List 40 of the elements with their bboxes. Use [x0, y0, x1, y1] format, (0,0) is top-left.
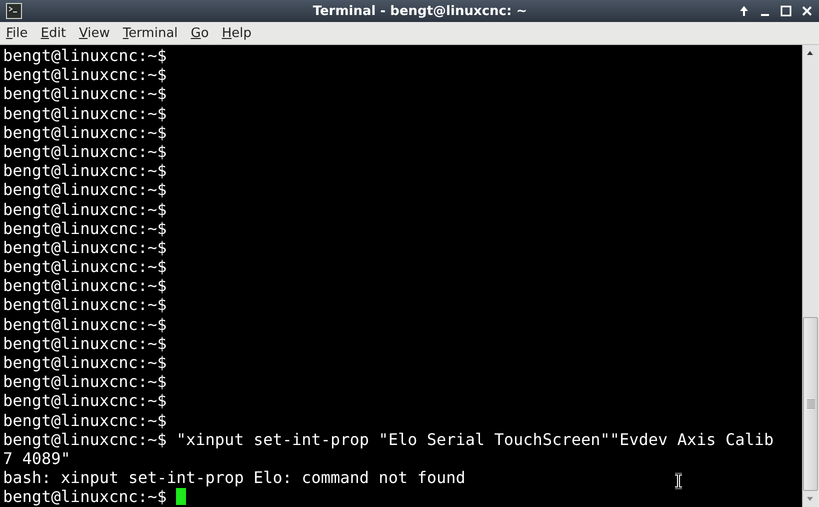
- maximize-icon[interactable]: [780, 5, 792, 17]
- terminal-line: 7 4089": [3, 448, 70, 468]
- terminal-line: bengt@linuxcnc:~$: [3, 84, 167, 104]
- terminal-line: bengt@linuxcnc:~$: [3, 487, 168, 507]
- window-title: Terminal - bengt@linuxcnc: ~: [312, 4, 528, 18]
- menu-item[interactable]: Edit: [40, 26, 66, 40]
- terminal-line: bengt@linuxcnc:~$: [3, 391, 167, 411]
- terminal-line: bengt@linuxcnc:~$: [3, 276, 167, 296]
- scrollbar[interactable]: [802, 45, 818, 507]
- i-beam-pointer-icon: [674, 473, 683, 489]
- terminal-line: bengt@linuxcnc:~$: [3, 238, 167, 258]
- terminal-line: bengt@linuxcnc:~$: [3, 353, 167, 372]
- terminal-line: bengt@linuxcnc:~$: [3, 65, 167, 84]
- terminal-line: bengt@linuxcnc:~$: [3, 200, 167, 219]
- terminal-line: bengt@linuxcnc:~$ "xinput set-int-prop "Elo Serial TouchScreen""Evdev Axis Calib: [3, 430, 774, 449]
- menu-item[interactable]: View: [78, 26, 110, 40]
- menu-item[interactable]: Help: [222, 26, 252, 40]
- terminal-line: bengt@linuxcnc:~$: [3, 410, 167, 430]
- grip-icon: [806, 399, 814, 409]
- terminal-line: bengt@linuxcnc:~$: [3, 334, 167, 354]
- scrollbar-thumb[interactable]: [803, 317, 818, 491]
- terminal-line: bengt@linuxcnc:~$: [3, 295, 167, 315]
- terminal-line: bengt@linuxcnc:~$: [3, 314, 167, 334]
- terminal-line: bengt@linuxcnc:~$: [3, 257, 167, 276]
- menu-item[interactable]: Go: [190, 26, 209, 40]
- close-icon[interactable]: [801, 5, 813, 17]
- terminal-line: bengt@linuxcnc:~$: [3, 218, 167, 238]
- terminal-line: bengt@linuxcnc:~$: [3, 46, 167, 66]
- terminal-area[interactable]: [0, 45, 802, 507]
- terminal-line: bengt@linuxcnc:~$: [3, 122, 167, 142]
- terminal-line: bengt@linuxcnc:~$: [3, 372, 167, 392]
- terminal-line: bash: xinput set-int-prop Elo: command not found: [3, 468, 466, 488]
- terminal-icon: [6, 3, 22, 19]
- terminal-line: bengt@linuxcnc:~$: [3, 104, 167, 123]
- terminal-line: bengt@linuxcnc:~$: [3, 142, 167, 162]
- up-arrow-icon[interactable]: [738, 5, 750, 17]
- terminal-line: bengt@linuxcnc:~$: [3, 161, 167, 180]
- menu-item[interactable]: File: [6, 26, 28, 40]
- menu-item[interactable]: Terminal: [122, 26, 178, 40]
- terminal-line: bengt@linuxcnc:~$: [3, 180, 167, 200]
